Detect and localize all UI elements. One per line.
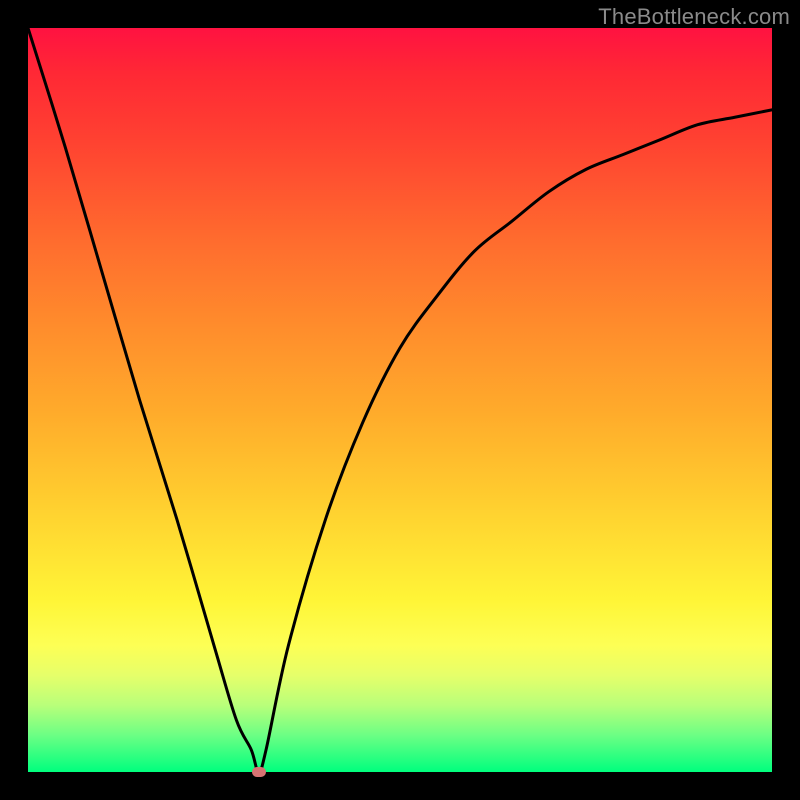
chart-container: TheBottleneck.com bbox=[0, 0, 800, 800]
plot-area bbox=[28, 28, 772, 772]
curve-svg bbox=[28, 28, 772, 772]
minimum-marker bbox=[252, 767, 266, 777]
curve-line bbox=[28, 28, 772, 772]
watermark: TheBottleneck.com bbox=[598, 4, 790, 30]
